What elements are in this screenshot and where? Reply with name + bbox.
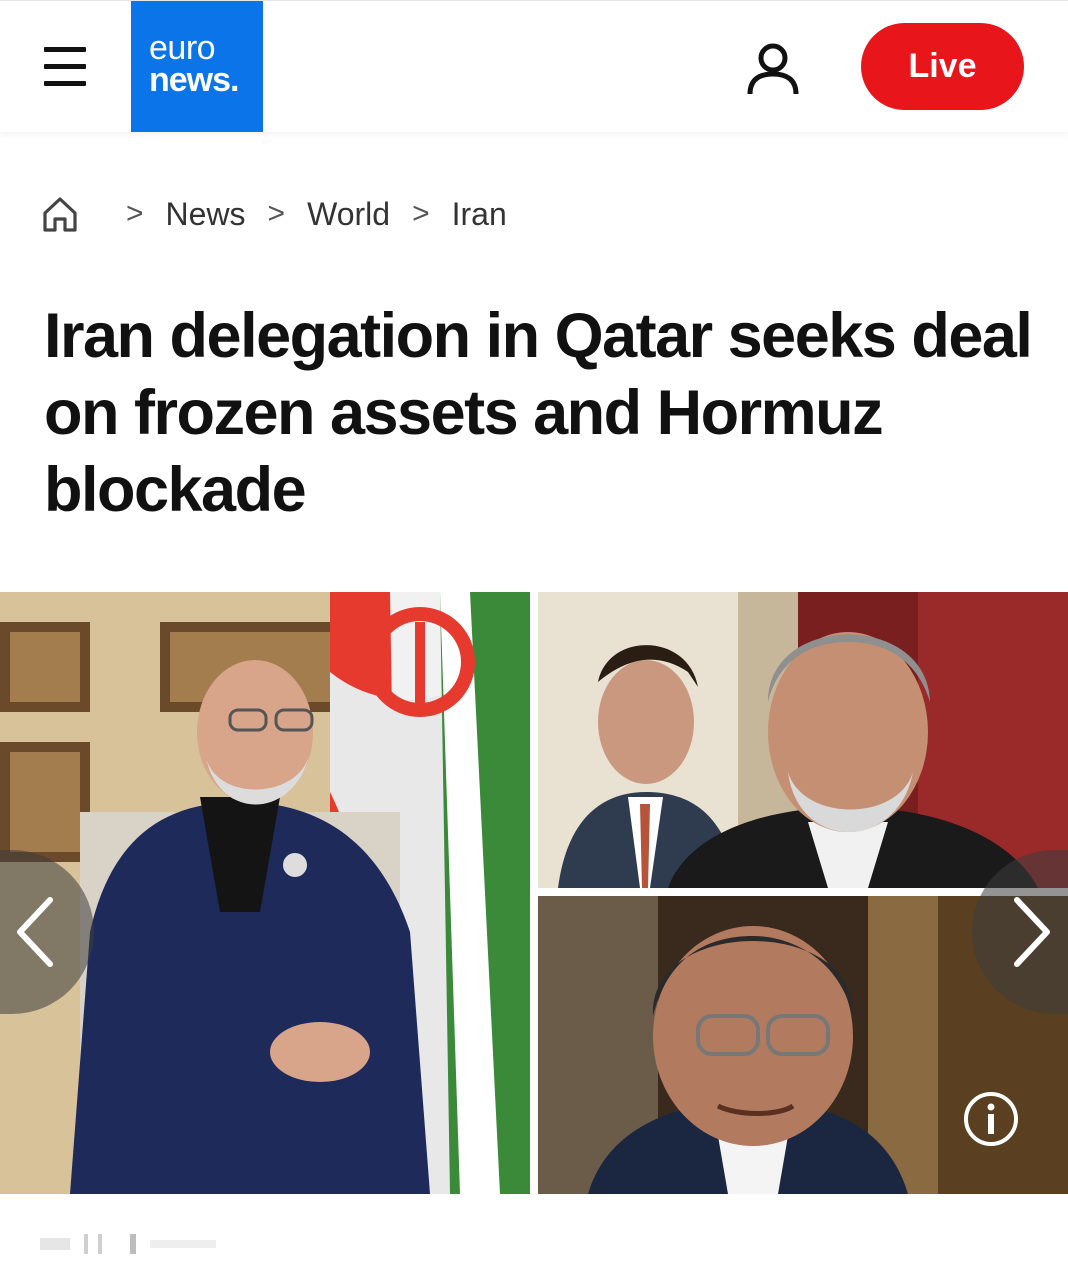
chevron-left-icon — [17, 897, 53, 967]
image-gallery — [0, 592, 1068, 1194]
breadcrumb-item-news[interactable]: News — [166, 196, 246, 233]
home-icon[interactable] — [40, 194, 80, 234]
menu-bar-icon — [44, 81, 86, 86]
user-icon — [747, 43, 799, 95]
chevron-right-icon: > — [412, 197, 430, 230]
gallery-image-top-right[interactable] — [538, 592, 1068, 888]
chevron-right-icon: > — [267, 197, 286, 230]
logo-text-line1: euro — [149, 29, 216, 67]
breadcrumb-item-world[interactable]: World — [307, 196, 390, 233]
hamburger-menu-button[interactable] — [40, 43, 90, 89]
chevron-right-icon: > — [126, 197, 144, 230]
gallery-prev-button[interactable] — [0, 850, 94, 1014]
breadcrumb: > News > World > Iran — [40, 186, 507, 242]
site-header: euro news. Live — [0, 0, 1068, 132]
article-headline: Iran delegation in Qatar seeks deal on f… — [44, 301, 1033, 525]
menu-bar-icon — [44, 64, 86, 69]
breadcrumb-item-iran[interactable]: Iran — [452, 196, 507, 233]
photo-man-gray-beard — [538, 592, 1068, 888]
faded-text-placeholder — [40, 1234, 216, 1254]
chevron-right-icon — [1014, 897, 1050, 967]
content-below-gallery — [0, 1194, 1068, 1280]
logo-text-line2: news. — [149, 61, 239, 99]
account-button[interactable] — [745, 41, 801, 97]
euronews-logo[interactable]: euro news. — [131, 1, 263, 132]
info-icon — [964, 1092, 1018, 1146]
live-button[interactable]: Live — [861, 23, 1024, 110]
gallery-next-button[interactable] — [972, 850, 1068, 1014]
image-info-button[interactable] — [962, 1090, 1020, 1148]
menu-bar-icon — [44, 47, 86, 52]
